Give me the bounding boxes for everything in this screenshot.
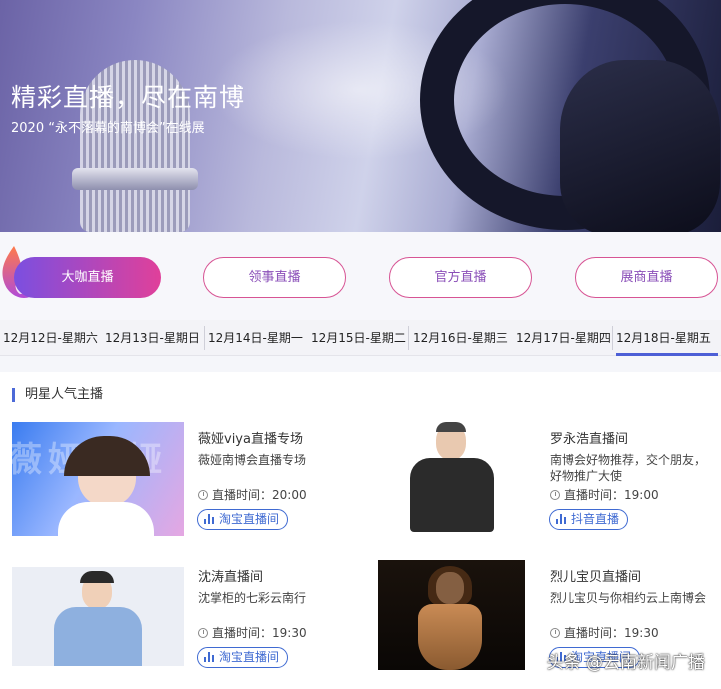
banner-subtitle: 2020 “永不落幕的南博会”在线展 [11,121,205,136]
date-tab-dec14[interactable]: 12月14日-星期一 [208,320,303,356]
portrait-dress [418,604,482,670]
streamer-section: 明星人气主播 薇娅薇娅 薇娅viya直播专场 薇娅南博会直播专场 直播时间：20… [0,372,721,689]
live-bars-icon [204,652,214,662]
date-divider [408,326,409,350]
tab-consul-live[interactable]: 领事直播 [203,257,346,298]
category-tabs: 大咖直播 领事直播 官方直播 展商直播 [0,232,721,320]
date-tab-dec17[interactable]: 12月17日-星期四 [516,320,611,356]
date-divider [612,326,613,350]
tab-exhibitor-live[interactable]: 展商直播 [575,257,718,298]
section-title: 明星人气主播 [12,388,103,402]
platform-button[interactable]: 抖音直播 [549,509,629,530]
clock-icon [198,490,208,500]
live-bars-icon [556,514,566,524]
clock-icon [550,628,560,638]
streamer-desc: 烈儿宝贝与你相约云上南博会 [550,591,707,605]
portrait-hair [428,566,472,606]
streamer-name[interactable]: 沈涛直播间 [198,566,263,585]
streamer-thumbnail[interactable] [378,560,525,670]
portrait-clothes [410,458,494,532]
streamer-name[interactable]: 烈儿宝贝直播间 [550,566,641,585]
portrait-hair [436,422,466,432]
date-divider [204,326,205,350]
portrait-clothes [54,607,142,666]
date-tab-dec13[interactable]: 12月13日-星期日 [105,320,200,356]
tab-official-live[interactable]: 官方直播 [389,257,532,298]
streamer-name[interactable]: 罗永浩直播间 [550,428,628,447]
platform-button[interactable]: 淘宝直播间 [197,647,289,668]
live-time: 直播时间：20:00 [198,486,307,503]
live-time: 直播时间：19:30 [198,624,307,641]
live-time: 直播时间：19:00 [550,486,659,503]
hero-banner: 精彩直播，尽在南博 2020 “永不落幕的南博会”在线展 [0,0,721,232]
streamer-thumbnail[interactable] [392,422,512,536]
streamer-thumbnail[interactable] [12,567,184,666]
date-tab-dec16[interactable]: 12月16日-星期三 [413,320,508,356]
date-tab-dec18[interactable]: 12月18日-星期五 [616,320,718,356]
date-tab-dec15[interactable]: 12月15日-星期二 [311,320,406,356]
streamer-desc: 薇娅南博会直播专场 [198,453,307,467]
live-bars-icon [204,514,214,524]
date-selector: 12月12日-星期六 12月13日-星期日 12月14日-星期一 12月15日-… [0,320,721,356]
headphone-earcup [560,60,720,232]
streamer-name[interactable]: 薇娅viya直播专场 [198,428,303,447]
portrait-clothes [58,502,154,536]
streamer-desc: 南博会好物推荐，交个朋友，好物推广大使 [550,453,707,483]
clock-icon [550,490,560,500]
platform-button[interactable]: 淘宝直播间 [197,509,289,530]
tab-celebrity-live[interactable]: 大咖直播 [14,257,161,298]
live-time: 直播时间：19:30 [550,624,659,641]
banner-title: 精彩直播，尽在南博 [11,83,246,112]
streamer-thumbnail[interactable]: 薇娅薇娅 [12,422,184,536]
watermark: 头条 @云南新闻广播 [546,653,705,673]
streamer-desc: 沈掌柜的七彩云南行 [198,591,307,605]
date-tab-dec12[interactable]: 12月12日-星期六 [3,320,98,356]
microphone-band [72,168,198,190]
portrait-hair [80,571,114,583]
clock-icon [198,628,208,638]
